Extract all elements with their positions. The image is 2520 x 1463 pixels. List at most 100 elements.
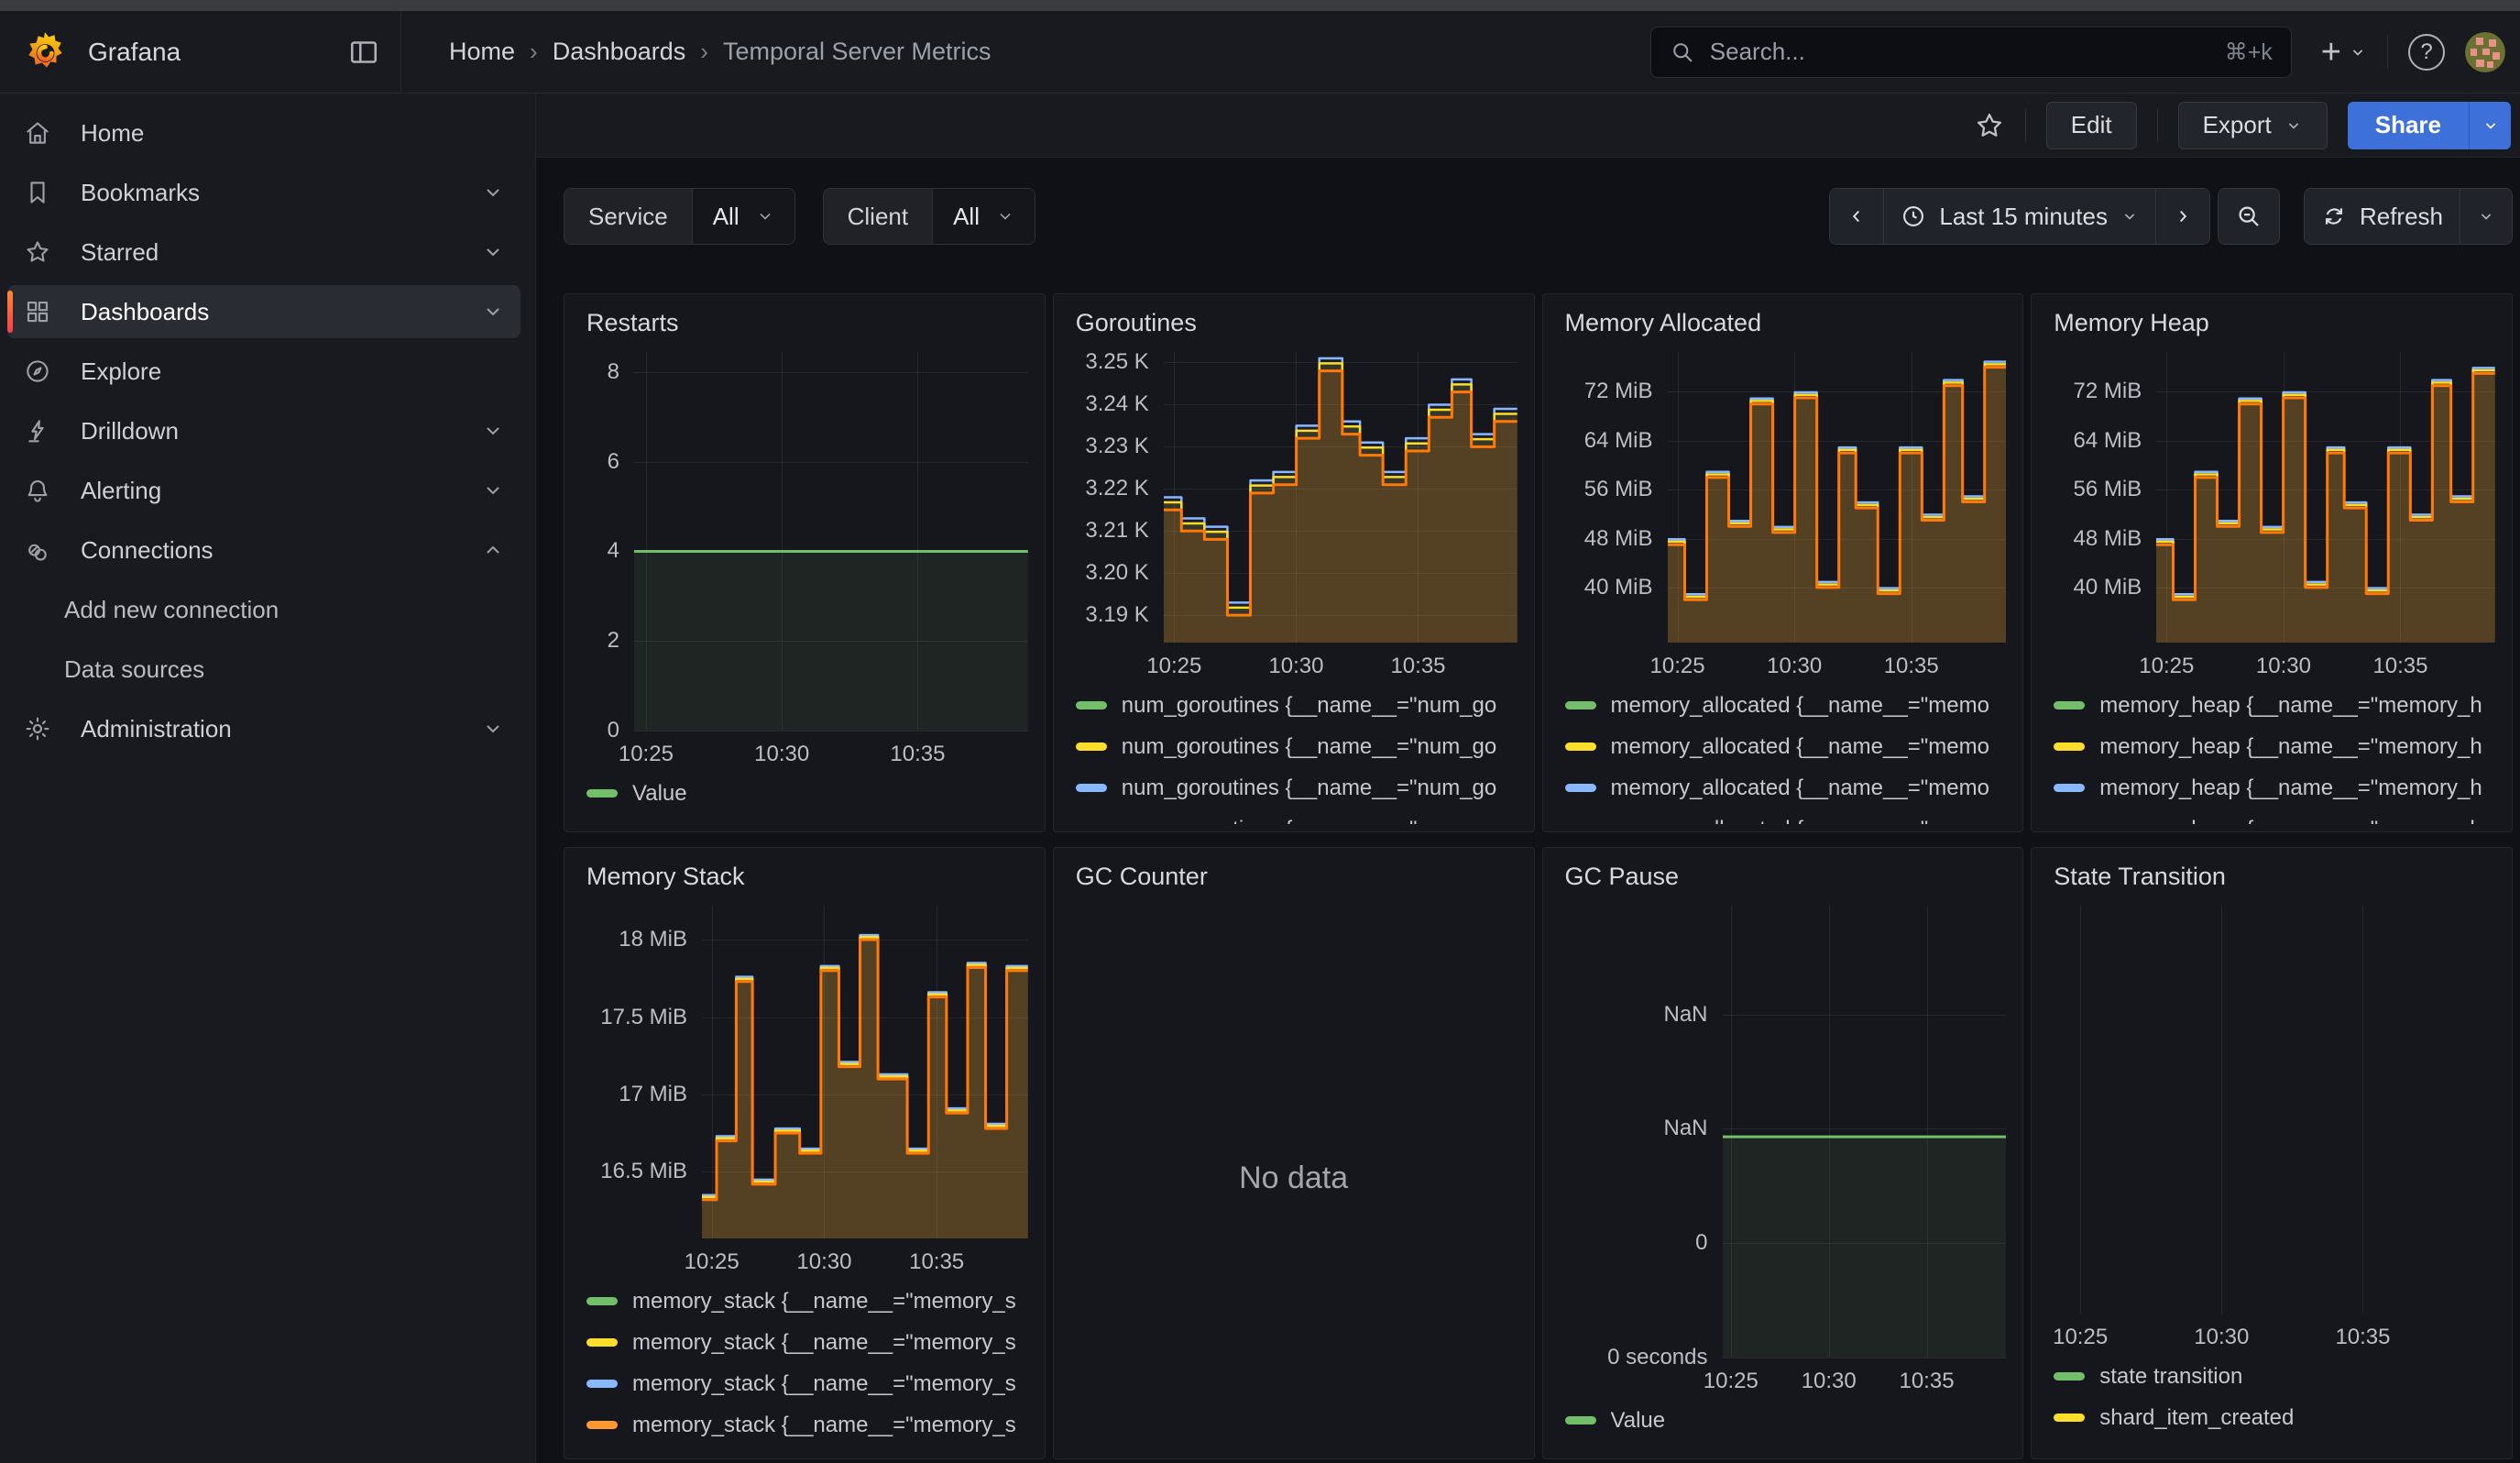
y-axis: 86420 — [581, 352, 634, 731]
chart[interactable]: NaNNaN00 seconds10:2510:3010:35Value — [1560, 906, 2007, 1451]
legend-item[interactable]: memory_heap {__name__="memory_h — [2054, 685, 2495, 726]
sidebar-item-dashboards[interactable]: Dashboards — [7, 285, 520, 338]
star-dashboard-icon[interactable] — [1974, 110, 2005, 141]
chart[interactable]: 72 MiB64 MiB56 MiB48 MiB40 MiB10:2510:30… — [1560, 352, 2007, 824]
chart[interactable]: 3.25 K3.24 K3.23 K3.22 K3.21 K3.20 K3.19… — [1070, 352, 1517, 824]
legend-item[interactable]: memory_allocated {__name__="memo — [1565, 726, 2007, 767]
edit-button[interactable]: Edit — [2046, 102, 2137, 149]
breadcrumb-item: Temporal Server Metrics — [723, 38, 992, 66]
sidebar-item-connections[interactable]: Connections — [7, 523, 520, 577]
search-box[interactable]: ⌘+k — [1650, 27, 2292, 78]
legend-item[interactable]: num_goroutines {__name__="num_go — [1076, 726, 1517, 767]
plot-area[interactable] — [2054, 906, 2495, 1314]
help-icon[interactable]: ? — [2408, 34, 2445, 71]
panel-title[interactable]: Memory Stack — [586, 863, 1028, 891]
refresh-interval-button[interactable] — [2460, 189, 2512, 244]
sidebar-item-drilldown[interactable]: Drilldown — [7, 404, 520, 457]
refresh-button[interactable]: Refresh — [2305, 189, 2460, 244]
plot-area[interactable] — [634, 352, 1028, 731]
plot-area[interactable] — [2156, 352, 2495, 643]
header-actions-divider — [2387, 36, 2388, 69]
legend: Value — [1560, 1400, 2007, 1451]
share-menu-button[interactable] — [2469, 102, 2511, 149]
grafana-logo-icon[interactable] — [22, 29, 68, 75]
legend-series-color — [1565, 742, 1596, 751]
sidebar-item-administration[interactable]: Administration — [7, 702, 520, 755]
plot-area[interactable] — [1668, 352, 2007, 643]
legend-item[interactable]: memory_stack {__name__="memory_s — [586, 1404, 1028, 1446]
chart[interactable]: 18 MiB17.5 MiB17 MiB16.5 MiB10:2510:3010… — [581, 906, 1028, 1451]
add-new-button[interactable]: + — [2321, 35, 2367, 70]
y-tick-label: 48 MiB — [2074, 526, 2142, 552]
chevron-down-icon — [2284, 116, 2303, 135]
legend-item[interactable]: memory_stack {__name__="memory_s — [586, 1281, 1028, 1322]
legend-series-label: num_goroutines {__name__="num_go — [1122, 776, 1497, 801]
panel-title[interactable]: Memory Heap — [2054, 309, 2495, 337]
legend-series-color — [586, 1380, 618, 1388]
time-forward-button[interactable] — [2155, 189, 2209, 244]
legend-item[interactable]: Value — [586, 773, 1028, 814]
y-tick-label: 3.19 K — [1085, 602, 1148, 628]
plot-area[interactable] — [1164, 352, 1517, 643]
chevron-down-icon — [996, 207, 1014, 226]
chart[interactable]: 72 MiB64 MiB56 MiB48 MiB40 MiB10:2510:30… — [2048, 352, 2495, 824]
y-axis: 3.25 K3.24 K3.23 K3.22 K3.21 K3.20 K3.19… — [1070, 352, 1164, 643]
time-back-button[interactable] — [1830, 189, 1883, 244]
y-tick-label: 3.20 K — [1085, 560, 1148, 586]
legend-series-color — [1565, 1416, 1596, 1424]
panel-title[interactable]: GC Pause — [1565, 863, 2007, 891]
legend-item[interactable]: state transition — [2054, 1356, 2495, 1397]
sidebar-item-data-sources[interactable]: Data sources — [7, 643, 520, 696]
chart[interactable]: 8642010:2510:3010:35Value — [581, 352, 1028, 824]
legend-item[interactable]: memory_stack {__name__="memory_s — [586, 1322, 1028, 1363]
header-brand-section: Grafana — [0, 11, 400, 93]
legend-item[interactable]: num_goroutines {__name__="num_go — [1076, 685, 1517, 726]
grafana-app: Grafana Home›Dashboards›Temporal Server … — [0, 0, 2520, 1463]
sidebar: Home Bookmarks Starred Dashboards Explore Dri… — [0, 94, 536, 1463]
breadcrumb-item[interactable]: Dashboards — [553, 38, 686, 66]
panel-title[interactable]: GC Counter — [1076, 863, 1517, 891]
sidebar-item-explore[interactable]: Explore — [7, 345, 520, 398]
toolbar-divider — [2025, 109, 2026, 142]
sidebar-item-starred[interactable]: Starred — [7, 226, 520, 279]
legend-series-label: Value — [1611, 1408, 1666, 1434]
panel-goroutines: Goroutines 3.25 K3.24 K3.23 K3.22 K3.21 K… — [1053, 293, 1535, 832]
x-tick-label: 10:35 — [890, 742, 945, 767]
legend-item[interactable]: memory_stack {__name__="memory_s — [586, 1363, 1028, 1404]
legend-item[interactable]: memory_heap {__name__="memory_h — [2054, 726, 2495, 767]
sidebar-toggle-icon[interactable] — [347, 36, 380, 69]
export-button[interactable]: Export — [2178, 102, 2328, 149]
legend-item[interactable]: Value — [1565, 1400, 2007, 1441]
chevron-down-icon — [482, 182, 504, 204]
variable-value-dropdown[interactable]: All — [932, 189, 1035, 244]
legend-item[interactable]: num_goroutines {__name__="num_go — [1076, 808, 1517, 824]
legend-item[interactable]: num_goroutines {__name__="num_go — [1076, 767, 1517, 808]
panel-title[interactable]: State Transition — [2054, 863, 2495, 891]
zoom-out-button[interactable] — [2219, 189, 2279, 244]
panel-title[interactable]: Goroutines — [1076, 309, 1517, 337]
user-avatar[interactable] — [2465, 32, 2505, 72]
sidebar-item-bookmarks[interactable]: Bookmarks — [7, 166, 520, 219]
search-input[interactable] — [1710, 38, 2225, 66]
legend-item[interactable]: memory_heap {__name__="memory_h — [2054, 808, 2495, 824]
plot-area[interactable] — [702, 906, 1028, 1238]
panel-title[interactable]: Memory Allocated — [1565, 309, 2007, 337]
x-axis: 10:2510:3010:35 — [1070, 643, 1517, 681]
legend-item[interactable]: memory_heap {__name__="memory_h — [2054, 767, 2495, 808]
sidebar-item-alerting[interactable]: Alerting — [7, 464, 520, 517]
legend-item[interactable]: memory_allocated {__name__="memo — [1565, 685, 2007, 726]
chart[interactable]: 10:2510:3010:35state transitionshard_ite… — [2048, 906, 2495, 1451]
panel-title[interactable]: Restarts — [586, 309, 1028, 337]
share-button[interactable]: Share — [2348, 102, 2469, 149]
plot-area[interactable] — [1723, 906, 2007, 1358]
legend-item[interactable]: shard_item_created — [2054, 1397, 2495, 1438]
breadcrumb-item[interactable]: Home — [449, 38, 515, 66]
time-range-button[interactable]: Last 15 minutes — [1883, 189, 2155, 244]
legend-item[interactable]: memory_allocated {__name__="memo — [1565, 808, 2007, 824]
variable-value-dropdown[interactable]: All — [692, 189, 794, 244]
header: Grafana Home›Dashboards›Temporal Server … — [0, 11, 2520, 94]
legend-item[interactable]: memory_allocated {__name__="memo — [1565, 767, 2007, 808]
sidebar-item-home[interactable]: Home — [7, 106, 520, 160]
star-icon — [24, 238, 51, 266]
sidebar-item-add-new-connection[interactable]: Add new connection — [7, 583, 520, 636]
